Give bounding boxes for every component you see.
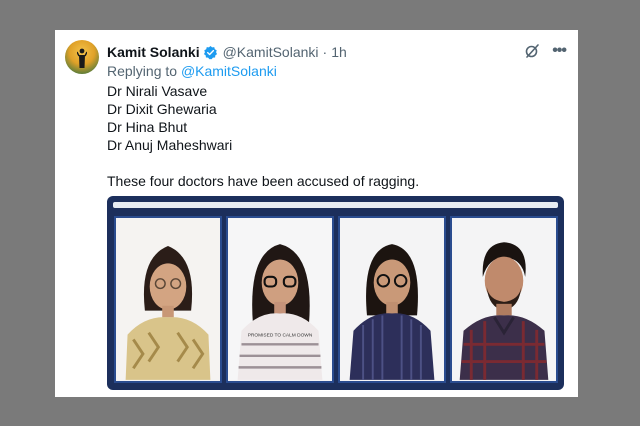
avatar-figure-icon: [77, 48, 87, 68]
doctor-name-line: Dr Nirali Vasave: [107, 83, 208, 99]
replying-to: Replying to @KamitSolanki: [107, 63, 277, 79]
tweet-body: These four doctors have been accused of …: [107, 173, 420, 189]
author-handle[interactable]: @KamitSolanki: [223, 44, 319, 60]
portrait-woman-2: PROMISED TO CALM DOWN: [228, 219, 332, 380]
tweet-card[interactable]: Kamit Solanki @KamitSolanki · 1h ••• Rep…: [55, 30, 578, 397]
grok-icon[interactable]: [524, 43, 540, 59]
separator-dot: ·: [322, 44, 328, 60]
tweet-time[interactable]: 1h: [331, 44, 347, 60]
portrait-man: [452, 219, 556, 380]
doctor-name-line: Dr Hina Bhut: [107, 119, 188, 135]
verified-badge-icon: [203, 45, 217, 59]
replying-prefix: Replying to: [107, 63, 178, 79]
portrait-woman-3: [340, 219, 444, 380]
doctor-name-line: Dr Dixit Ghewaria: [107, 101, 217, 117]
reply-mention-link[interactable]: @KamitSolanki: [181, 63, 277, 79]
shirt-print-text: PROMISED TO CALM DOWN: [248, 333, 313, 339]
tweet-header: Kamit Solanki @KamitSolanki · 1h •••: [107, 42, 568, 62]
doctor-photo-1: [114, 216, 222, 383]
author-name[interactable]: Kamit Solanki: [107, 44, 200, 60]
doctor-name-line: Dr Anuj Maheshwari: [107, 137, 233, 153]
tweet-media-image[interactable]: PROMISED TO CALM DOWN: [107, 196, 564, 390]
line-spacer: [107, 154, 557, 172]
avatar[interactable]: [65, 40, 99, 74]
doctor-photo-3: [338, 216, 446, 383]
doctor-photo-2: PROMISED TO CALM DOWN: [226, 216, 334, 383]
tweet-text: Dr Nirali Vasave Dr Dixit Ghewaria Dr Hi…: [107, 82, 557, 190]
portrait-woman-1: [116, 219, 220, 380]
more-horizontal-icon[interactable]: •••: [552, 42, 567, 60]
media-top-strip: [113, 202, 558, 208]
doctor-photo-4: [450, 216, 558, 383]
